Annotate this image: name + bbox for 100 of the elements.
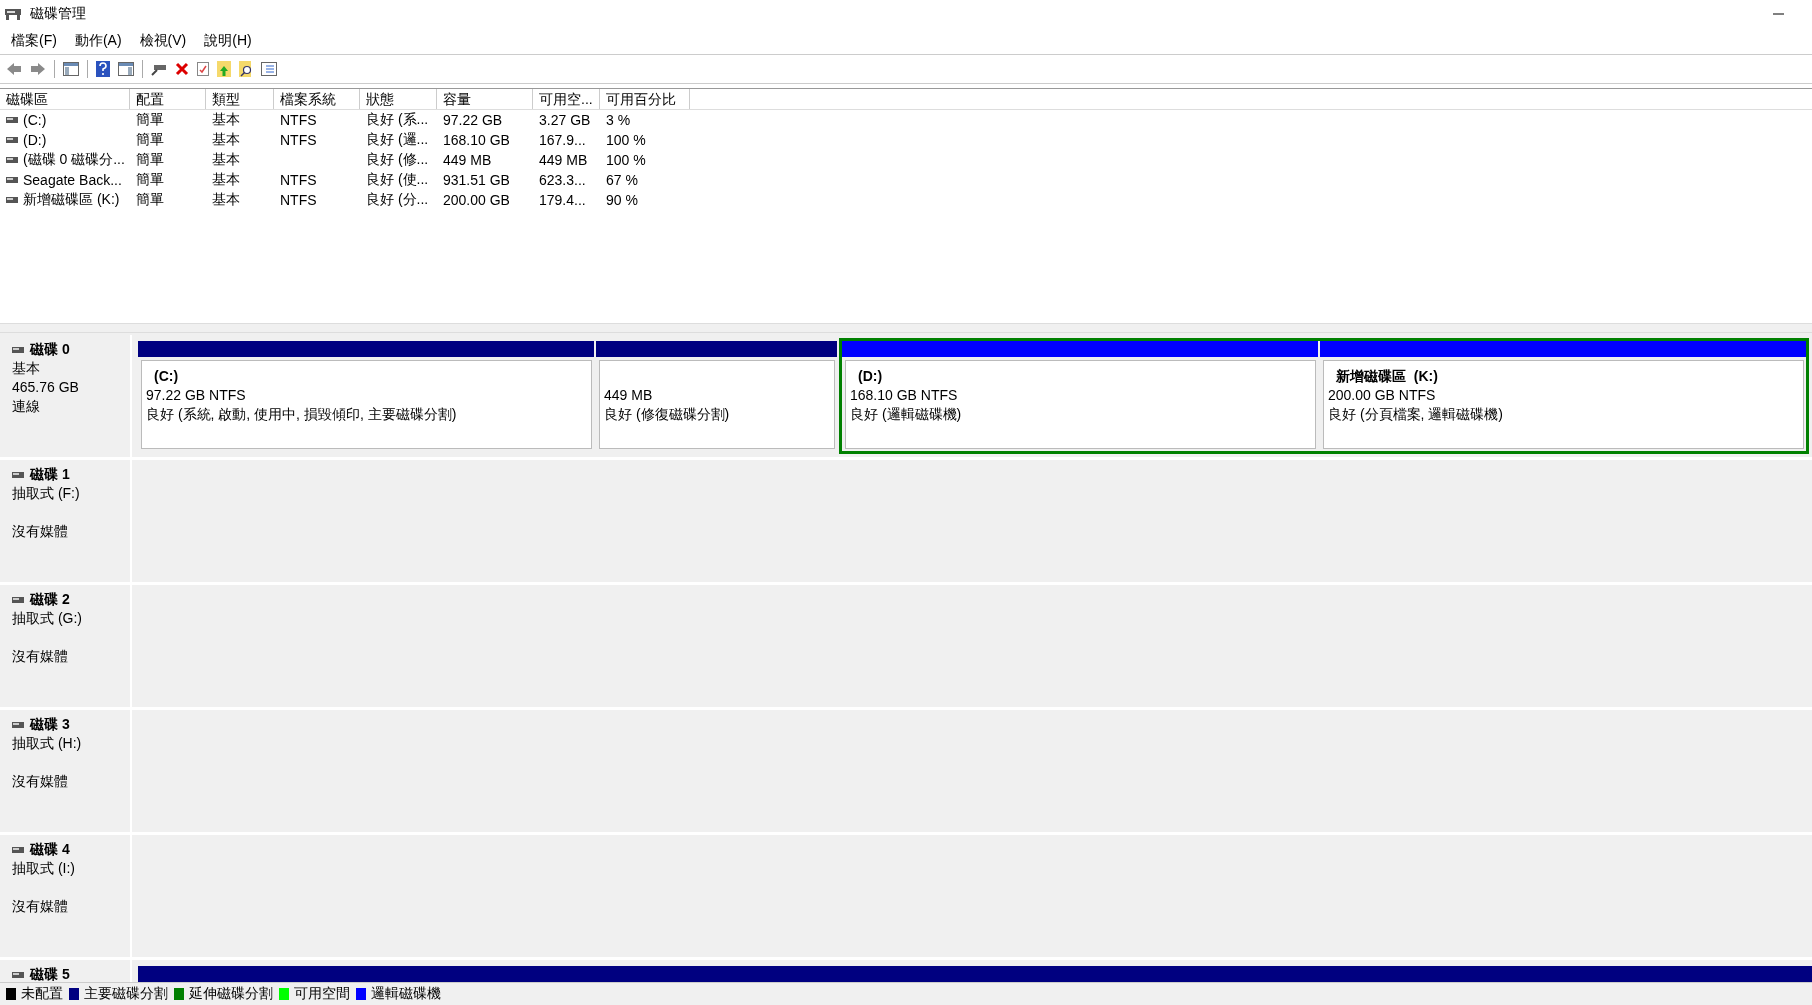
menu-item[interactable]: 動作(A) (65, 32, 131, 50)
partition-status: 良好 (邏輯磁碟機) (850, 405, 963, 424)
disk-info: 465.76 GB (12, 378, 80, 397)
menu-item[interactable]: 檢視(V) (130, 32, 196, 50)
disk-status: 沒有媒體 (12, 647, 69, 666)
table-cell: 基本 (212, 111, 240, 129)
column-header[interactable]: 檔案系統 (274, 89, 360, 109)
legend-label: 邏輯磁碟機 (371, 985, 441, 1003)
table-cell: 基本 (212, 191, 240, 209)
table-cell: Seagate Back... (23, 172, 122, 188)
disk-name: 磁碟 2 (30, 591, 70, 609)
partition-status: 良好 (分頁檔案, 邏輯磁碟機) (1328, 405, 1504, 424)
volume-icon (6, 157, 18, 163)
help-icon[interactable] (94, 59, 112, 79)
column-header[interactable]: 可用空... (533, 89, 600, 109)
table-cell: 931.51 GB (443, 172, 510, 188)
table-cell: NTFS (280, 132, 317, 148)
partition-block[interactable]: 449 MB 良好 (修復磁碟分割) (599, 360, 835, 449)
table-cell: 167.9... (539, 132, 586, 148)
disk-name: 磁碟 0 (30, 341, 70, 359)
disk-status: 沒有媒體 (12, 772, 69, 791)
window-title: 磁碟管理 (30, 5, 86, 23)
partition-size: 97.22 GB NTFS (146, 386, 247, 405)
partition-size: 449 MB (604, 386, 654, 405)
table-cell: 3.27 GB (539, 112, 591, 128)
table-cell: 90 % (606, 192, 638, 208)
partition-size: 200.00 GB NTFS (1328, 386, 1437, 405)
table-cell: 簡單 (136, 131, 164, 149)
partition-status: 良好 (修復磁碟分割) (604, 405, 731, 424)
disk-info: 連線 (12, 397, 41, 416)
volume-icon (6, 137, 18, 143)
partition-label: (C:) (153, 367, 180, 386)
table-cell: 基本 (212, 131, 240, 149)
column-header[interactable]: 容量 (437, 89, 533, 109)
table-cell: 100 % (606, 152, 646, 168)
partition-status: 良好 (系統, 啟動, 使用中, 損毀傾印, 主要磁碟分割) (146, 405, 458, 424)
table-cell: 簡單 (136, 111, 164, 129)
menu-item[interactable]: 說明(H) (195, 32, 261, 50)
list-icon[interactable] (259, 60, 279, 78)
column-header[interactable]: 可用百分比 (600, 89, 690, 109)
table-cell: 97.22 GB (443, 112, 503, 128)
table-cell: 新增磁碟區 (K:) (23, 191, 120, 209)
partition-block[interactable]: (D:) 168.10 GB NTFS 良好 (邏輯磁碟機) (845, 360, 1316, 449)
disk-name: 磁碟 4 (30, 841, 70, 859)
table-cell: 簡單 (136, 151, 164, 169)
volume-icon (6, 117, 18, 123)
disk-info: 抽取式 (F:) (12, 484, 81, 503)
table-cell: 100 % (606, 132, 646, 148)
disk-name: 磁碟 3 (30, 716, 70, 734)
console-tree-icon[interactable] (61, 60, 81, 78)
table-cell: 良好 (分... (366, 191, 429, 209)
table-cell: 良好 (邏... (366, 131, 429, 149)
delete-icon[interactable] (173, 60, 191, 78)
table-cell: 良好 (系... (366, 111, 429, 129)
legend-label: 可用空間 (294, 985, 350, 1003)
table-cell: 179.4... (539, 192, 586, 208)
table-cell: (D:) (23, 132, 47, 148)
column-header[interactable]: 配置 (130, 89, 206, 109)
disk-info: 基本 (12, 359, 41, 378)
table-cell: NTFS (280, 192, 317, 208)
extended-partition[interactable]: (D:) 168.10 GB NTFS 良好 (邏輯磁碟機) 新增磁碟區 (K:) 200.00 GB NTFS 良好 (分頁檔案, 邏輯磁碟機) (839, 338, 1809, 454)
disk-name: 磁碟 5 (30, 966, 70, 982)
table-cell: 基本 (212, 151, 240, 169)
column-header[interactable]: 類型 (206, 89, 274, 109)
table-cell: (磁碟 0 磁碟分... (23, 151, 125, 169)
disk-drive-icon (4, 6, 22, 22)
menu-item[interactable]: 檔案(F) (2, 32, 66, 50)
table-cell: 良好 (修... (366, 151, 429, 169)
table-cell: NTFS (280, 172, 317, 188)
legend-label: 未配置 (21, 985, 63, 1003)
table-cell: 67 % (606, 172, 638, 188)
table-cell: 簡單 (136, 171, 164, 189)
table-cell: 200.00 GB (443, 192, 510, 208)
disk-status: 沒有媒體 (12, 897, 69, 916)
table-cell: 449 MB (539, 152, 588, 168)
table-cell: 簡單 (136, 191, 164, 209)
legend-label: 主要磁碟分割 (84, 985, 168, 1003)
partition-label: (D:) (857, 367, 884, 386)
table-cell: NTFS (280, 112, 317, 128)
disk-name: 磁碟 1 (30, 466, 70, 484)
properties-icon[interactable] (195, 60, 211, 78)
disk-info: 抽取式 (G:) (12, 609, 83, 628)
disk-info: 抽取式 (H:) (12, 734, 83, 753)
partition-size: 168.10 GB NTFS (850, 386, 959, 405)
table-cell: (C:) (23, 112, 47, 128)
table-cell: 基本 (212, 171, 240, 189)
table-cell: 449 MB (443, 152, 492, 168)
volume-icon (6, 177, 18, 183)
partition-block[interactable]: 新增磁碟區 (K:) 200.00 GB NTFS 良好 (分頁檔案, 邏輯磁碟機) (1323, 360, 1804, 449)
table-cell: 168.10 GB (443, 132, 510, 148)
partition-block[interactable]: (C:) 97.22 GB NTFS 良好 (系統, 啟動, 使用中, 損毀傾印, 主要磁碟分割) (141, 360, 592, 449)
column-header[interactable]: 磁碟區 (0, 89, 130, 109)
legend-label: 延伸磁碟分割 (189, 985, 273, 1003)
disk-info: 抽取式 (I:) (12, 859, 76, 878)
action-pane-icon[interactable] (116, 60, 136, 78)
table-cell: 623.3... (539, 172, 586, 188)
table-cell: 良好 (使... (366, 171, 429, 189)
column-header[interactable]: 狀態 (360, 89, 437, 109)
table-cell: 3 % (606, 112, 631, 128)
volume-icon (6, 197, 18, 203)
